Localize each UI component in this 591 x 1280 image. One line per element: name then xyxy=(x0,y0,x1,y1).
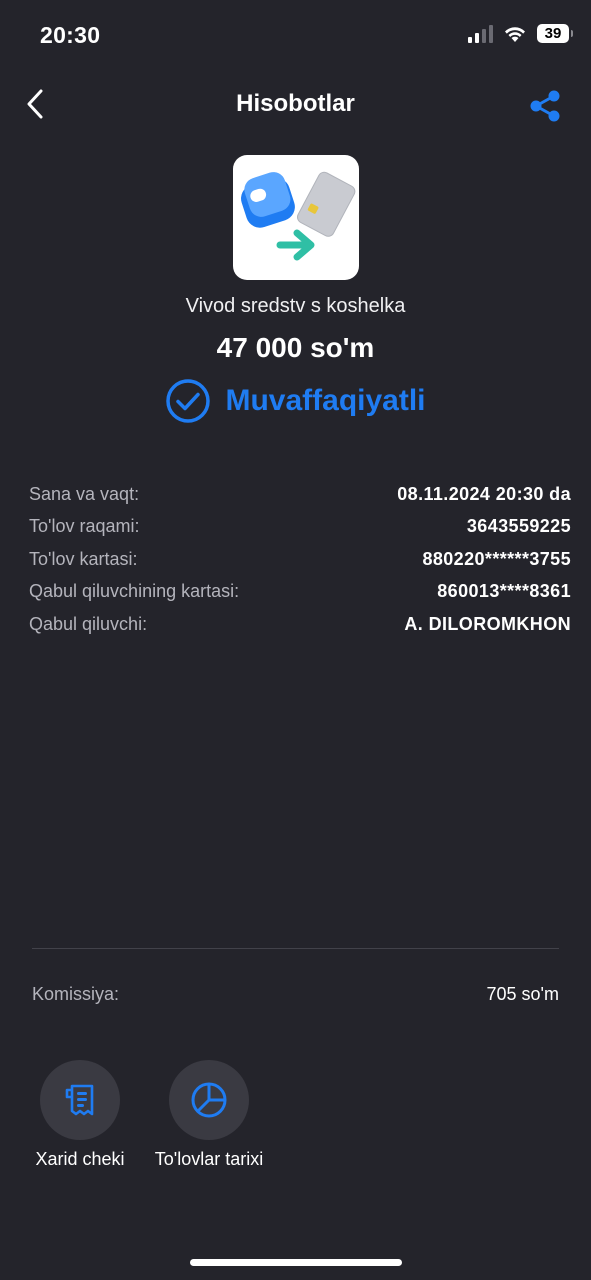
detail-row-recipient-card: Qabul qiluvchining kartasi: 860013****83… xyxy=(29,576,571,609)
receipt-button-circle[interactable] xyxy=(40,1060,120,1140)
receipt-icon xyxy=(65,1084,94,1116)
detail-value: 3643559225 xyxy=(466,516,571,537)
home-indicator xyxy=(190,1259,402,1266)
detail-label: Qabul qiluvchi: xyxy=(29,613,148,634)
battery-icon: 39 xyxy=(537,24,573,43)
detail-row-date: Sana va vaqt: 08.11.2024 20:30 da xyxy=(29,478,571,511)
payment-history-button-circle[interactable] xyxy=(169,1060,249,1140)
payment-status: Muvaffaqiyatli xyxy=(0,378,591,424)
cellular-signal-icon xyxy=(468,24,493,43)
share-button[interactable] xyxy=(525,86,565,126)
commission-value: 705 so'm xyxy=(486,984,559,1004)
detail-label: To'lov raqami: xyxy=(29,516,140,537)
detail-value: 860013****8361 xyxy=(437,581,571,602)
detail-row-payment-number: To'lov raqami: 3643559225 xyxy=(29,511,571,544)
wallet-to-card-logo xyxy=(233,155,359,280)
detail-value: A. DILOROMKHON xyxy=(404,613,571,634)
payment-history-label: To'lovlar tarixi xyxy=(154,1149,264,1169)
payment-amount: 47 000 so'm xyxy=(216,332,375,363)
transaction-details: Sana va vaqt: 08.11.2024 20:30 da To'lov… xyxy=(29,478,571,641)
detail-value: 880220******3755 xyxy=(422,548,571,569)
page-title: Hisobotlar xyxy=(236,90,355,117)
detail-row-payment-card: To'lov kartasi: 880220******3755 xyxy=(29,543,571,576)
divider xyxy=(32,948,559,949)
detail-row-recipient: Qabul qiluvchi: A. DILOROMKHON xyxy=(29,608,571,641)
commission-label: Komissiya: xyxy=(32,984,120,1004)
detail-label: Qabul qiluvchining kartasi: xyxy=(29,581,240,602)
pie-chart-icon xyxy=(191,1082,227,1118)
receipt-button[interactable]: Xarid cheki xyxy=(20,1060,140,1170)
status-icons: 39 xyxy=(468,24,573,43)
detail-value: 08.11.2024 20:30 da xyxy=(397,483,571,504)
service-name: Vivod sredstv s koshelka xyxy=(185,295,406,317)
share-icon xyxy=(530,90,560,122)
payment-history-button[interactable]: To'lovlar tarixi xyxy=(149,1060,269,1170)
wifi-icon xyxy=(505,26,525,42)
receipt-label: Xarid cheki xyxy=(35,1149,125,1169)
status-time: 20:30 xyxy=(40,22,101,48)
detail-label: Sana va vaqt: xyxy=(29,483,140,504)
commission-row: Komissiya: 705 so'm xyxy=(32,984,559,1005)
status-bar: 20:30 39 xyxy=(0,0,591,72)
check-circle-icon xyxy=(166,379,211,423)
wallet-transfer-icon xyxy=(241,171,356,261)
detail-label: To'lov kartasi: xyxy=(29,548,138,569)
nav-bar: Hisobotlar xyxy=(0,72,591,136)
status-text: Muvaffaqiyatli xyxy=(225,384,426,417)
